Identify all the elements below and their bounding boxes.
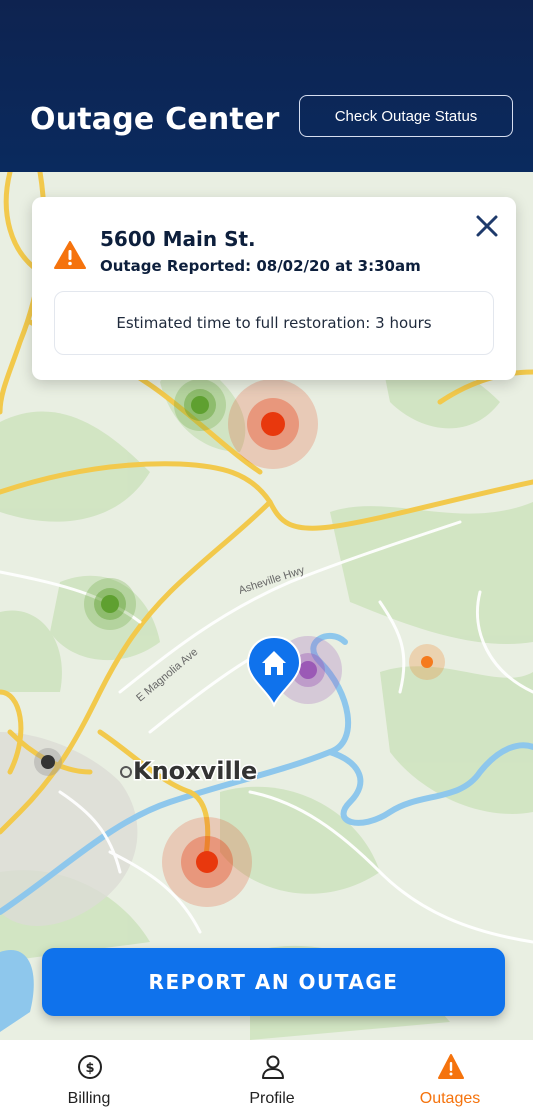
person-icon: [262, 1055, 284, 1079]
outage-info-card: 5600 Main St. Outage Reported: 08/02/20 …: [32, 197, 516, 380]
app-header: Outage Center Check Outage Status: [0, 0, 533, 172]
outage-reported-time: Outage Reported: 08/02/20 at 3:30am: [100, 257, 421, 275]
tab-outages[interactable]: Outages: [390, 1040, 510, 1108]
tab-billing[interactable]: $ Billing: [29, 1040, 149, 1108]
page-title: Outage Center: [30, 102, 280, 137]
restoration-estimate: Estimated time to full restoration: 3 ho…: [54, 291, 494, 355]
city-label: Knoxville: [133, 757, 257, 785]
outage-marker-red-1: [228, 379, 318, 469]
tab-profile[interactable]: Profile: [212, 1040, 332, 1108]
outage-marker-orange: [409, 644, 445, 680]
warning-icon: [438, 1054, 464, 1079]
report-outage-button[interactable]: REPORT AN OUTAGE: [42, 948, 505, 1016]
outage-marker-red-2: [162, 817, 252, 907]
warning-icon: [54, 241, 86, 269]
outage-marker-gray: [34, 748, 62, 776]
dollar-icon: $: [78, 1055, 102, 1079]
check-outage-status-button[interactable]: Check Outage Status: [299, 95, 513, 137]
close-icon[interactable]: [474, 213, 500, 239]
bottom-tab-bar: $ Billing Profile Outages: [0, 1040, 533, 1108]
svg-text:$: $: [85, 1061, 94, 1076]
outage-marker-green-1: [174, 379, 226, 431]
tab-billing-label: Billing: [67, 1090, 111, 1107]
outage-marker-green-2: [84, 578, 136, 630]
tab-outages-label: Outages: [419, 1090, 481, 1107]
tab-profile-label: Profile: [249, 1090, 295, 1107]
outage-address: 5600 Main St.: [100, 227, 256, 251]
